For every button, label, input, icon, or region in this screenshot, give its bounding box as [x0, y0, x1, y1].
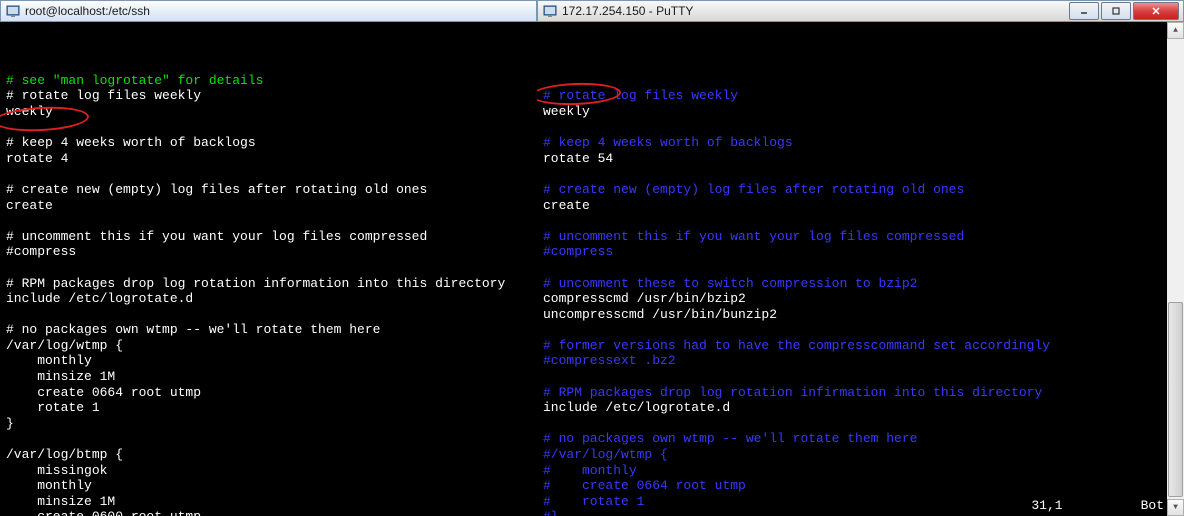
terminal-line: rotate 4	[6, 151, 531, 167]
scrollbar-down-button[interactable]: ▼	[1167, 499, 1184, 516]
terminal-line: # uncomment these to switch compression …	[543, 276, 1166, 292]
window-buttons	[1067, 2, 1179, 20]
scrollbar-thumb[interactable]	[1168, 302, 1183, 497]
terminal-line	[6, 166, 531, 182]
close-button[interactable]	[1133, 2, 1179, 20]
terminal-line: compresscmd /usr/bin/bzip2	[543, 291, 1166, 307]
terminal-line: # uncomment this if you want your log fi…	[543, 229, 1166, 245]
terminal-line: create	[6, 198, 531, 214]
terminal-line	[6, 213, 531, 229]
left-terminal-window: root@localhost:/etc/ssh # see "man logro…	[0, 0, 537, 516]
terminal-line: include /etc/logrotate.d	[543, 400, 1166, 416]
right-title-text: 172.17.254.150 - PuTTY	[562, 4, 1067, 18]
terminal-line: # create new (empty) log files after rot…	[543, 182, 1166, 198]
terminal-line: /var/log/btmp {	[6, 447, 531, 463]
right-titlebar[interactable]: 172.17.254.150 - PuTTY	[537, 0, 1184, 22]
terminal-line: create 0664 root utmp	[6, 385, 531, 401]
left-titlebar[interactable]: root@localhost:/etc/ssh	[0, 0, 537, 22]
putty-icon	[5, 3, 21, 19]
terminal-line	[543, 260, 1166, 276]
terminal-line: # monthly	[543, 463, 1166, 479]
terminal-line: #compressext .bz2	[543, 353, 1166, 369]
terminal-line	[543, 369, 1166, 385]
terminal-line	[6, 307, 531, 323]
terminal-line: # RPM packages drop log rotation informa…	[6, 276, 531, 292]
terminal-line: weekly	[543, 104, 1166, 120]
terminal-line: # keep 4 weeks worth of backlogs	[543, 135, 1166, 151]
terminal-line: minsize 1M	[6, 369, 531, 385]
terminal-line	[6, 120, 531, 136]
terminal-line: rotate 54	[543, 151, 1166, 167]
putty-icon	[542, 3, 558, 19]
terminal-line	[6, 260, 531, 276]
terminal-line: /var/log/wtmp {	[6, 338, 531, 354]
terminal-line	[543, 416, 1166, 432]
terminal-line: #/var/log/wtmp {	[543, 447, 1166, 463]
terminal-line: # rotate log files weekly	[543, 88, 1166, 104]
terminal-line: # uncomment this if you want your log fi…	[6, 229, 531, 245]
terminal-line: # no packages own wtmp -- we'll rotate t…	[6, 322, 531, 338]
right-terminal-body[interactable]: 31,1 Bot # rotate log files weeklyweekly…	[537, 22, 1184, 516]
terminal-line	[543, 120, 1166, 136]
terminal-line: # rotate log files weekly	[6, 88, 531, 104]
terminal-line: rotate 1	[6, 400, 531, 416]
terminal-line	[543, 166, 1166, 182]
terminal-line: monthly	[6, 478, 531, 494]
minimize-button[interactable]	[1069, 2, 1099, 20]
terminal-line: #compress	[543, 244, 1166, 260]
scrollbar[interactable]: ▲ ▼	[1167, 22, 1184, 516]
terminal-line	[543, 213, 1166, 229]
left-title-text: root@localhost:/etc/ssh	[25, 4, 532, 18]
terminal-line: # former versions had to have the compre…	[543, 338, 1166, 354]
terminal-line: create	[543, 198, 1166, 214]
terminal-line	[543, 322, 1166, 338]
terminal-line: # see "man logrotate" for details	[6, 73, 531, 89]
terminal-line: missingok	[6, 463, 531, 479]
terminal-line	[6, 431, 531, 447]
terminal-line: weekly	[6, 104, 531, 120]
left-terminal-body[interactable]: # see "man logrotate" for details# rotat…	[0, 22, 537, 516]
terminal-line: #compress	[6, 244, 531, 260]
terminal-line: uncompresscmd /usr/bin/bunzip2	[543, 307, 1166, 323]
terminal-line: # create new (empty) log files after rot…	[6, 182, 531, 198]
terminal-line: # no packages own wtmp -- we'll rotate t…	[543, 431, 1166, 447]
maximize-button[interactable]	[1101, 2, 1131, 20]
terminal-line: # RPM packages drop log rotation infirma…	[543, 385, 1166, 401]
right-terminal-window: 172.17.254.150 - PuTTY 31,1 Bot # rotate…	[537, 0, 1184, 516]
terminal-line: monthly	[6, 353, 531, 369]
terminal-line: # keep 4 weeks worth of backlogs	[6, 135, 531, 151]
terminal-line: create 0600 root utmp	[6, 509, 531, 516]
terminal-line: }	[6, 416, 531, 432]
scrollbar-up-button[interactable]: ▲	[1167, 22, 1184, 39]
terminal-line: minsize 1M	[6, 494, 531, 510]
vim-status-line: 31,1 Bot	[1031, 498, 1164, 514]
terminal-line: # create 0664 root utmp	[543, 478, 1166, 494]
terminal-line: include /etc/logrotate.d	[6, 291, 531, 307]
